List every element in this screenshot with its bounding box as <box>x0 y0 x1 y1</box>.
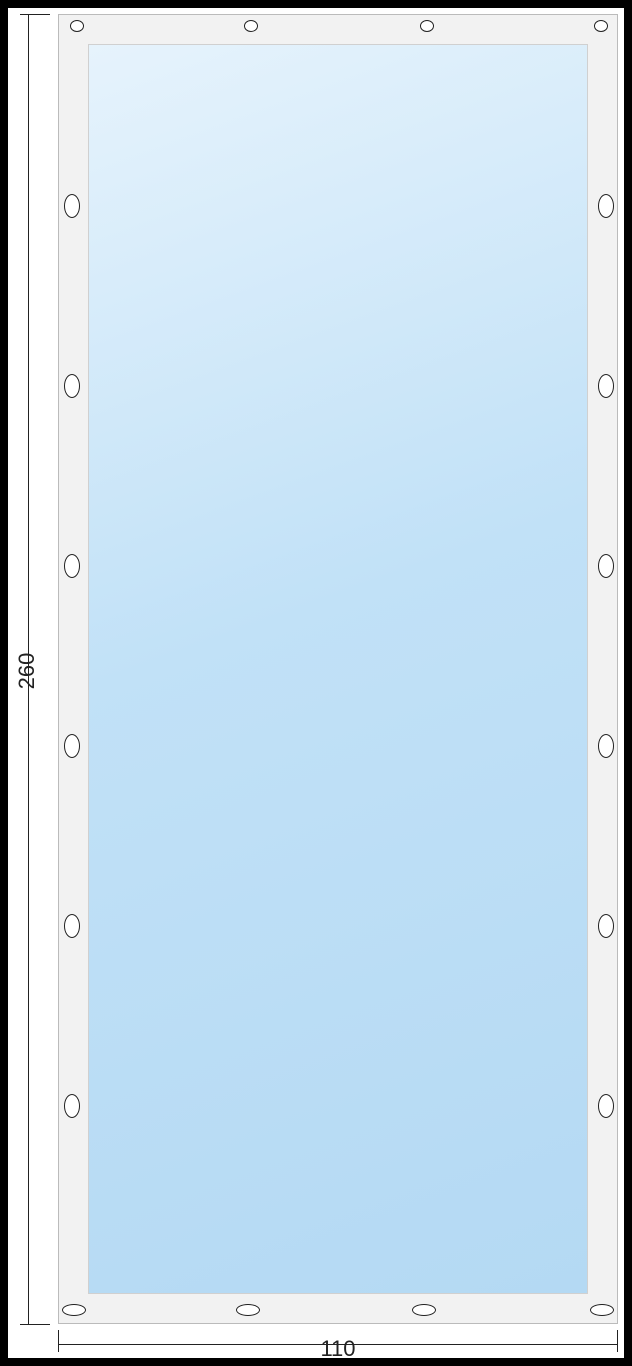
eyelet-icon <box>594 20 608 32</box>
eyelet-icon <box>412 1304 436 1316</box>
eyelet-icon <box>598 734 614 758</box>
eyelet-icon <box>64 554 80 578</box>
dimension-tick <box>617 1330 618 1352</box>
eyelet-icon <box>64 1094 80 1118</box>
eyelet-icon <box>598 194 614 218</box>
eyelet-icon <box>64 374 80 398</box>
dimension-tick <box>20 1324 50 1325</box>
eyelet-icon <box>64 194 80 218</box>
dimension-tick <box>20 14 50 15</box>
eyelet-icon <box>598 374 614 398</box>
eyelet-icon <box>598 1094 614 1118</box>
eyelet-icon <box>64 734 80 758</box>
glass-pane <box>88 44 588 1294</box>
eyelet-icon <box>590 1304 614 1316</box>
width-dimension-label: 110 <box>308 1336 368 1362</box>
eyelet-icon <box>244 20 258 32</box>
eyelet-icon <box>598 554 614 578</box>
eyelet-icon <box>420 20 434 32</box>
height-dimension-label: 260 <box>14 646 40 696</box>
eyelet-icon <box>62 1304 86 1316</box>
eyelet-icon <box>64 914 80 938</box>
diagram-frame: 260 110 <box>8 8 624 1358</box>
eyelet-icon <box>70 20 84 32</box>
eyelet-icon <box>598 914 614 938</box>
eyelet-icon <box>236 1304 260 1316</box>
dimension-tick <box>58 1330 59 1352</box>
